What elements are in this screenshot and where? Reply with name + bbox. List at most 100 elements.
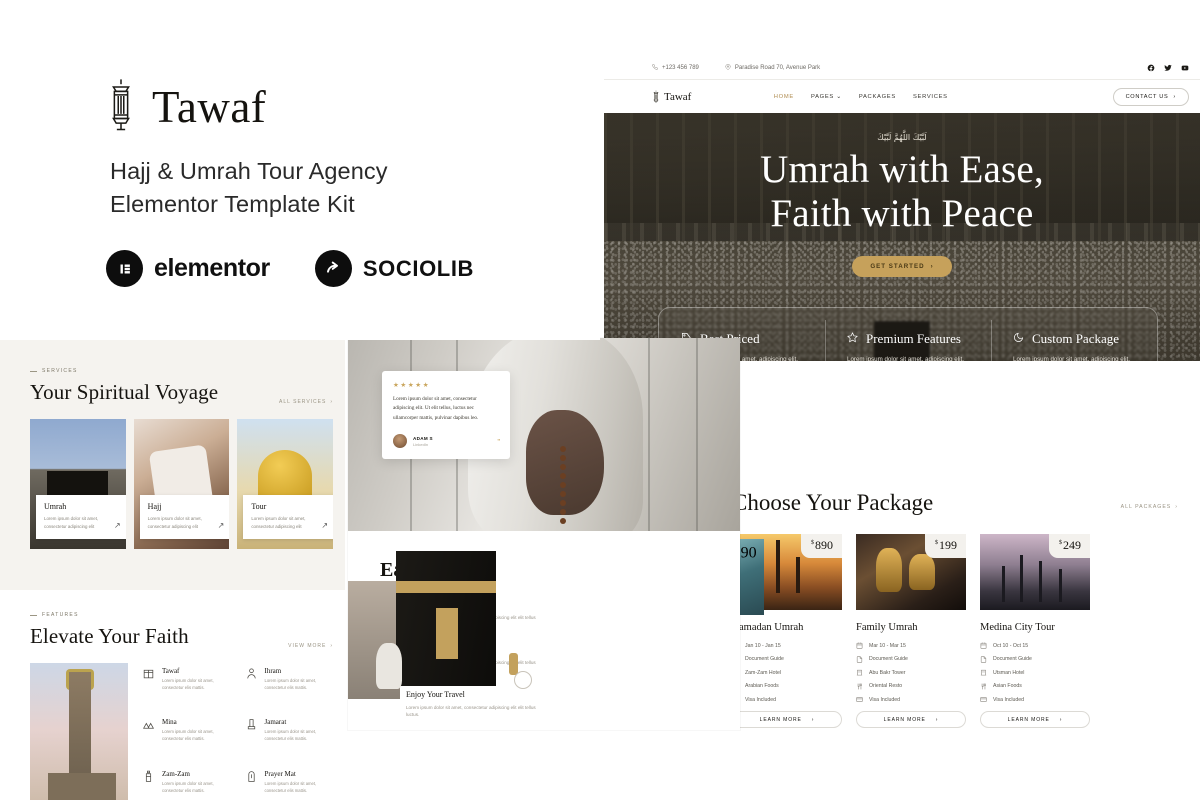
nav-brand[interactable]: Tawaf [652,90,691,104]
contact-us-button[interactable]: CONTACT US › [1112,87,1189,106]
feature-item-prayer-mat[interactable]: Prayer Mat Lorem ipsum dolor sit amet, co… [245,770,334,800]
top-info-bar: +123 456 789 Paradise Road 70, Avenue Pa… [604,56,1200,80]
youtube-icon[interactable] [1180,63,1189,72]
chevron-right-icon: › [1059,716,1063,723]
services-section: SERVICES Your Spiritual Voyage ALL SERVI… [0,340,345,590]
all-packages-link[interactable]: ALL PACKAGES › [1121,504,1178,516]
promo-badges: elementor SOCIOLIB [106,250,474,287]
promo-logo: Tawaf [104,78,266,136]
package-card[interactable]: $249 Medina City Tour Oct 10 - Oct 15 Do… [980,534,1090,728]
service-card-body: Umrah Lorem ipsum dolor sit amet, consec… [36,495,126,539]
features-list: Tawaf Lorem ipsum dolor sit amet, consect… [142,663,333,800]
services-cards: Umrah Lorem ipsum dolor sit amet, consec… [30,419,334,549]
package-image: $199 [856,534,966,610]
chevron-down-icon: ⌄ [836,93,842,100]
feature-item-desc: Lorem ipsum dolor sit amet, consectetur … [162,678,214,690]
service-desc: Lorem ipsum dolor sit amet, consectetur … [147,516,202,529]
promo-brand: Tawaf [152,81,267,132]
calendar-icon [856,642,863,649]
feature-item-title: Ihram [264,667,282,675]
testimonial-process-panel: ★★★★★ Lorem ipsum dolor sit amet, consec… [348,338,740,730]
facebook-icon[interactable] [1146,63,1155,72]
features-section: FEATURES Elevate Your Faith VIEW MORE › … [0,590,345,800]
nav-link-packages[interactable]: PACKAGES [859,94,896,100]
testimonial-text: Lorem ipsum dolor sit amet, consectetur … [393,396,479,421]
package-feature: Oriental Resto [856,682,966,690]
packages-section: Choose Your Package ALL PACKAGES › $890 … [690,456,1200,800]
arrow-up-right-icon[interactable]: ↗ [218,521,225,530]
get-started-button[interactable]: GET STARTED › [852,256,952,278]
twitter-icon[interactable] [1163,63,1172,72]
chevron-right-icon: › [1173,93,1176,100]
water-bottle-icon [142,770,155,783]
hero-section: لَبَّيْكَ اللَّهُمَّ لَبَّيْكَ Umrah wit… [604,113,1200,361]
card-icon [980,696,987,703]
feature-premium-features[interactable]: Premium Features Lorem ipsum dolor sit a… [825,308,991,361]
nav-brand-name: Tawaf [664,90,692,103]
feature-item-mina[interactable]: Mina Lorem ipsum dolor sit amet, consecte… [142,718,231,759]
learn-more-button[interactable]: LEARN MORE › [856,711,966,728]
elementor-badge: elementor [106,250,270,287]
promo-tagline-line2: Elementor Template Kit [110,191,355,218]
testimonial-author: ADAM S [413,435,433,441]
feature-desc: Lorem ipsum dolor sit amet, adipiscing e… [1013,356,1130,361]
nav-link-home[interactable]: HOME [774,94,794,100]
learn-more-button[interactable]: LEARN MORE › [732,711,842,728]
features-eyebrow: FEATURES [30,612,333,618]
package-title: Ramadan Umrah [732,622,804,633]
all-packages-label: ALL PACKAGES [1120,504,1172,510]
feature-item-desc: Lorem ipsum dolor sit amet, consectetur … [162,780,214,793]
hotel-icon [980,669,987,676]
learn-more-label: LEARN MORE [759,716,802,723]
chevron-right-icon: › [330,399,333,405]
view-more-link[interactable]: VIEW MORE › [288,643,333,649]
nav-link-services[interactable]: SERVICES [913,94,948,100]
feature-item-title: Mina [162,718,177,727]
all-services-link[interactable]: ALL SERVICES › [279,399,333,405]
package-card[interactable]: $199 Family Umrah Mar 10 - Mar 15 Docume… [856,534,966,728]
services-eyebrow-label: SERVICES [42,368,78,374]
arrow-up-right-icon[interactable]: ↗ [114,521,121,530]
cutlery-icon [856,682,863,690]
nav-link-pages[interactable]: PAGES ⌄ [811,94,842,100]
feature-custom-package[interactable]: Custom Package Lorem ipsum dolor sit ame… [991,308,1157,361]
service-title: Tour [251,502,267,512]
feature-item-zam-zam[interactable]: Zam-Zam Lorem ipsum dolor sit amet, conse… [142,770,231,800]
packages-title: Choose Your Package [732,490,934,515]
tents-icon [142,718,155,731]
feature-item-title: Prayer Mat [264,769,296,778]
prayer-beads [560,446,568,528]
features-image [30,663,128,800]
all-services-label: ALL SERVICES [279,399,327,405]
service-card-tour[interactable]: Tour Lorem ipsum dolor sit amet, consect… [237,419,334,549]
card-icon [856,696,863,703]
feature-item-ihram[interactable]: Ihram Lorem ipsum dolor sit amet, consect… [245,667,334,708]
address-info[interactable]: Paradise Road 70, Avenue Park [725,63,820,72]
service-card-umrah[interactable]: Umrah Lorem ipsum dolor sit amet, consec… [30,419,126,549]
hero-title-line1: Umrah with Ease, [760,148,1044,191]
service-desc: Lorem ipsum dolor sit amet, consectetur … [44,516,99,529]
cutlery-icon [980,682,987,690]
service-card-hajj[interactable]: Hajj Lorem ipsum dolor sit amet, consect… [133,419,230,549]
service-card-body: Tour Lorem ipsum dolor sit amet, consect… [243,495,334,539]
package-feature: Mar 10 - Mar 15 [856,642,966,649]
phone-info[interactable]: +123 456 789 [652,63,699,72]
sociolib-badge: SOCIOLIB [314,250,474,287]
testimonial-card: ★★★★★ Lorem ipsum dolor sit amet, consec… [382,371,510,460]
feature-item-desc: Lorem ipsum dolor sit amet, consectetur … [264,729,317,742]
map-pin-icon [725,63,731,72]
arrow-up-right-icon[interactable]: ↗ [321,521,328,530]
feature-item-jamarat[interactable]: Jamarat Lorem ipsum dolor sit amet, conse… [245,718,334,759]
service-desc: Lorem ipsum dolor sit amet, consectetur … [251,516,306,529]
feature-title: Custom Package [1032,331,1120,346]
learn-more-label: LEARN MORE [883,716,926,723]
step-desc: Lorem ipsum dolor sit amet, consectetur … [406,704,536,718]
learn-more-button[interactable]: LEARN MORE › [980,711,1090,728]
share-arrow-icon [314,250,352,287]
hero-title-line2: Faith with Peace [770,192,1034,236]
calendar-icon [980,642,987,649]
feature-item-tawaf[interactable]: Tawaf Lorem ipsum dolor sit amet, consect… [142,667,231,708]
package-title: Family Umrah [856,622,918,633]
package-feature: Arabian Foods [732,682,842,690]
services-title: Your Spiritual Voyage [30,380,219,404]
